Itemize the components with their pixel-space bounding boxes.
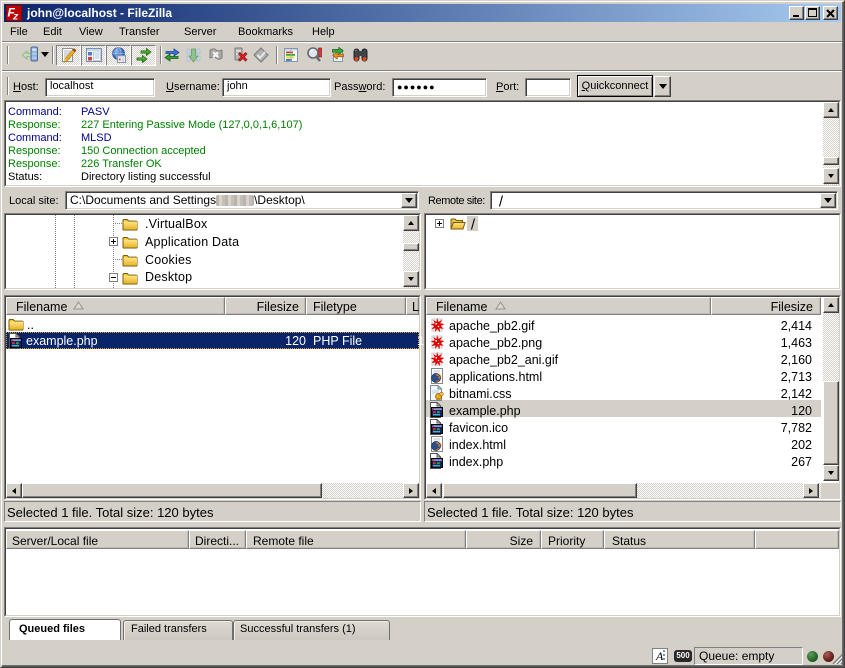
svg-text:A: A <box>655 649 664 663</box>
svg-text:z: z <box>12 11 19 22</box>
